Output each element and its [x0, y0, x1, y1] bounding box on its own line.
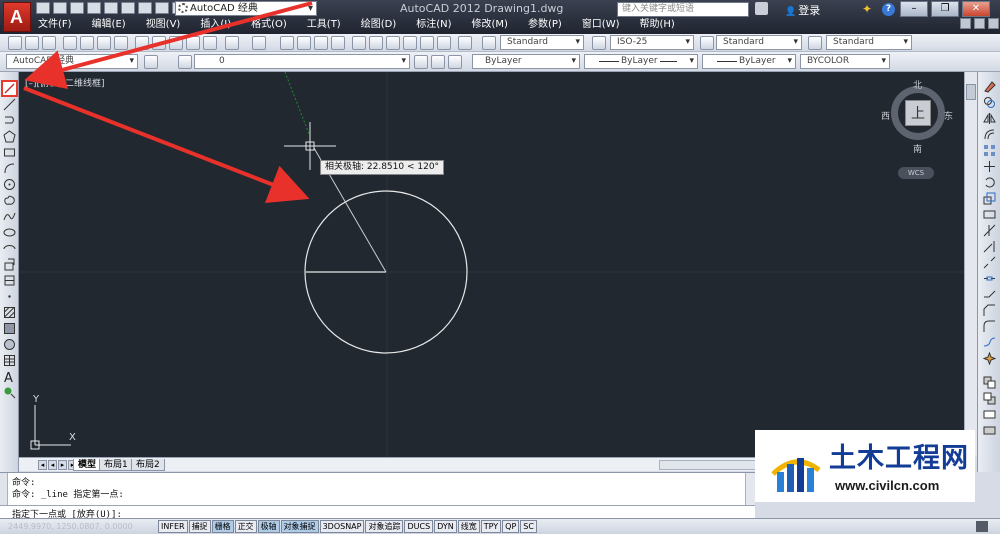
arrow-to-drawing — [23, 86, 310, 204]
arrow-to-line-tool — [24, 1, 313, 90]
autocad-window: A AutoCAD 经典 AutoCAD 2012 Drawing1.dwg 键… — [0, 0, 1000, 534]
annotation-arrows — [23, 1, 313, 204]
